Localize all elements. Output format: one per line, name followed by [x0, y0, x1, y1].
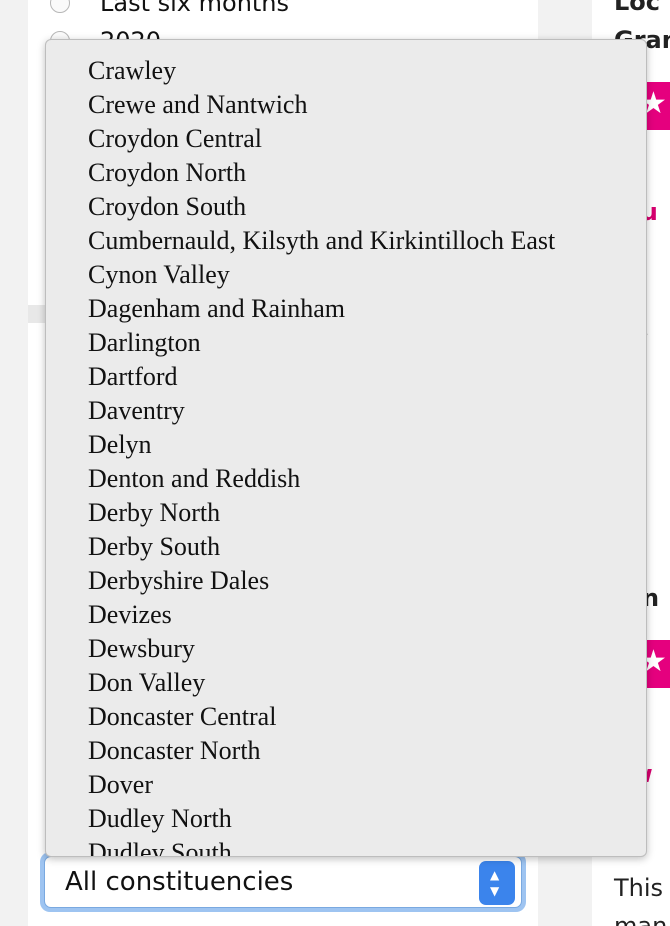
constituency-option[interactable]: Derby North [88, 496, 555, 530]
chevron-up-down-icon[interactable]: ▲ ▼ [479, 861, 515, 905]
constituency-option[interactable]: Doncaster Central [88, 700, 555, 734]
result-body-fragment: man [614, 912, 668, 926]
constituency-option[interactable]: Devizes [88, 598, 555, 632]
result-heading-fragment: Loc [614, 0, 661, 16]
constituency-option[interactable]: Dudley South [88, 836, 555, 856]
constituency-option[interactable]: Derbyshire Dales [88, 564, 555, 598]
constituency-options-list: Crawley Crewe and Nantwich Croydon Central… [88, 54, 555, 856]
constituency-option[interactable]: Dudley North [88, 802, 555, 836]
constituency-option[interactable]: Doncaster North [88, 734, 555, 768]
radio-button-icon[interactable] [50, 0, 70, 13]
constituency-option[interactable]: Crewe and Nantwich [88, 88, 555, 122]
constituency-option[interactable]: Daventry [88, 394, 555, 428]
constituency-option[interactable]: Derby South [88, 530, 555, 564]
constituency-option[interactable]: Croydon South [88, 190, 555, 224]
constituency-option[interactable]: Denton and Reddish [88, 462, 555, 496]
constituency-option[interactable]: Croydon Central [88, 122, 555, 156]
constituency-select-focus-ring: All constituencies ▲ ▼ [40, 852, 526, 912]
constituency-option[interactable]: Cumbernauld, Kilsyth and Kirkintilloch E… [88, 224, 555, 258]
constituency-option[interactable]: Dartford [88, 360, 555, 394]
constituency-option[interactable]: Dover [88, 768, 555, 802]
constituency-option[interactable]: Don Valley [88, 666, 555, 700]
constituency-select[interactable]: All constituencies ▲ ▼ [44, 856, 522, 908]
radio-option-last-six-months[interactable]: Last six months [50, 0, 289, 18]
constituency-option[interactable]: Croydon North [88, 156, 555, 190]
constituency-option[interactable]: Dagenham and Rainham [88, 292, 555, 326]
constituency-option[interactable]: Cynon Valley [88, 258, 555, 292]
constituency-select-value: All constituencies [65, 867, 294, 897]
constituency-option[interactable]: Dewsbury [88, 632, 555, 666]
constituency-option[interactable]: Crawley [88, 54, 555, 88]
panel-divider [28, 305, 46, 323]
chevron-down-icon: ▼ [490, 884, 500, 898]
radio-label: Last six months [100, 0, 290, 17]
chevron-up-icon: ▲ [490, 868, 500, 882]
constituency-option[interactable]: Darlington [88, 326, 555, 360]
constituency-option[interactable]: Delyn [88, 428, 555, 462]
result-body-fragment: This [614, 874, 664, 902]
constituency-dropdown-menu[interactable]: Crawley Crewe and Nantwich Croydon Central… [45, 39, 647, 857]
